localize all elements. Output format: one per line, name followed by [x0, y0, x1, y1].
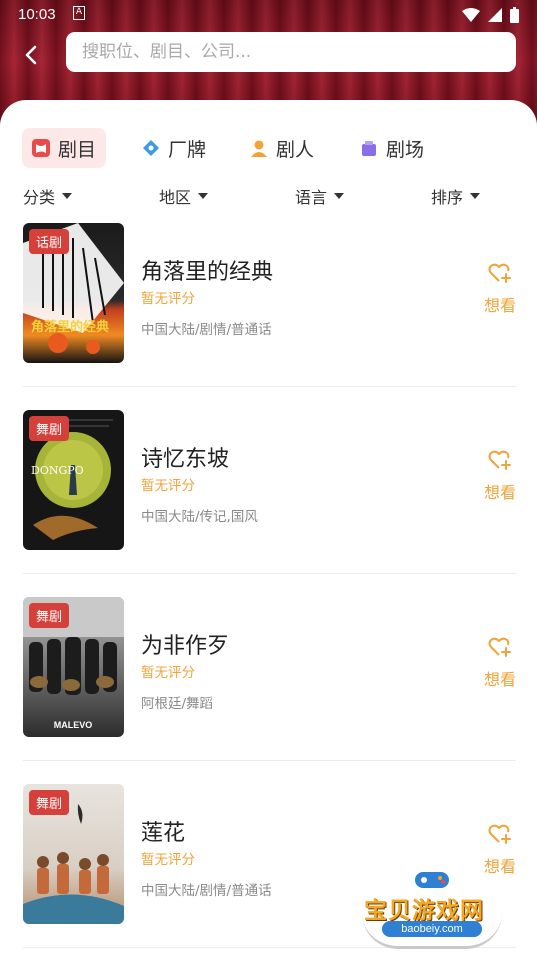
- tab-label: 剧目: [58, 138, 97, 161]
- poster-image: 角落里的经典 话剧: [23, 223, 124, 363]
- list-item[interactable]: MALEVO 舞剧 为非作歹 暂无评分 阿根廷/舞蹈 想看: [0, 596, 537, 783]
- search-box[interactable]: [66, 32, 516, 72]
- tab-label: 剧人: [276, 138, 315, 161]
- gamepad-icon: [413, 870, 451, 890]
- want-to-see-button[interactable]: 想看: [478, 636, 522, 690]
- site-watermark: 宝贝游戏网 baobeiy.com: [360, 865, 510, 951]
- signal-icon: [488, 8, 502, 22]
- tab-labels[interactable]: 厂牌: [132, 128, 216, 168]
- watermark-text: 宝贝游戏网: [364, 898, 484, 924]
- heart-plus-icon: [488, 637, 511, 657]
- list-item[interactable]: DONGPO 舞剧 诗忆东坡 暂无评分 中国大陆/传记,国风 想看: [0, 409, 537, 596]
- tab-plays[interactable]: 剧目: [22, 128, 107, 168]
- venue-icon: [360, 139, 378, 157]
- show-meta: 中国大陆/剧情/普通话: [141, 322, 272, 338]
- wifi-icon: [462, 8, 480, 22]
- want-label: 想看: [483, 483, 516, 502]
- filter-bar: 分类 地区 语言 排序: [0, 184, 537, 210]
- status-a-icon: A: [73, 6, 85, 20]
- show-title: 诗忆东坡: [141, 447, 230, 472]
- status-icons: [462, 7, 519, 23]
- filter-label: 排序: [431, 188, 464, 207]
- want-label: 想看: [483, 296, 516, 315]
- poster-title-text: DONGPO: [31, 464, 84, 477]
- tab-venues[interactable]: 剧场: [350, 128, 434, 168]
- filter-language[interactable]: 语言: [295, 184, 345, 208]
- status-time: 10:03: [18, 6, 56, 23]
- caret-down-icon: [334, 193, 345, 199]
- poster-title-text: MALEVO: [54, 720, 93, 730]
- show-meta: 阿根廷/舞蹈: [141, 696, 214, 712]
- category-tabs: 剧目 厂牌 剧人 剧场: [22, 128, 522, 168]
- poster-image: DONGPO 舞剧: [23, 410, 124, 550]
- show-title: 角落里的经典: [141, 260, 274, 285]
- show-meta: 中国大陆/剧情/普通话: [141, 883, 272, 899]
- status-bar: 10:03 A: [0, 0, 537, 30]
- filter-label: 分类: [23, 188, 56, 207]
- show-rating: 暂无评分: [141, 478, 195, 494]
- filter-category[interactable]: 分类: [23, 184, 73, 208]
- filter-region[interactable]: 地区: [159, 184, 209, 208]
- show-rating: 暂无评分: [141, 291, 195, 307]
- poster-image: MALEVO 舞剧: [23, 597, 124, 737]
- poster-image: 舞剧: [23, 784, 124, 924]
- list-item[interactable]: 角落里的经典 话剧 角落里的经典 暂无评分 中国大陆/剧情/普通话 想看: [0, 222, 537, 409]
- caret-down-icon: [198, 193, 209, 199]
- tag-icon: [142, 139, 160, 157]
- tab-label: 厂牌: [168, 138, 207, 161]
- genre-badge: 舞剧: [29, 416, 70, 441]
- filter-label: 语言: [295, 188, 328, 207]
- caret-down-icon: [62, 193, 73, 199]
- want-to-see-button[interactable]: 想看: [478, 449, 522, 503]
- theater-icon: [32, 139, 50, 157]
- filter-sort[interactable]: 排序: [431, 184, 481, 208]
- divider: [23, 760, 516, 761]
- person-icon: [250, 139, 268, 157]
- heart-plus-icon: [488, 263, 511, 283]
- back-button[interactable]: [18, 42, 44, 68]
- heart-plus-icon: [488, 824, 511, 844]
- show-meta: 中国大陆/传记,国风: [141, 509, 258, 525]
- caret-down-icon: [470, 193, 481, 199]
- divider: [23, 573, 516, 574]
- chevron-left-icon: [25, 45, 37, 65]
- genre-badge: 话剧: [29, 229, 70, 254]
- filter-label: 地区: [159, 188, 192, 207]
- search-input[interactable]: [82, 42, 516, 62]
- content-sheet: 剧目 厂牌 剧人 剧场 分类 地区 语言 排序 角落里的经典 话剧 角落里的经典…: [0, 100, 537, 956]
- want-label: 想看: [483, 670, 516, 689]
- watermark-url: baobeiy.com: [382, 921, 482, 937]
- heart-plus-icon: [488, 450, 511, 470]
- want-to-see-button[interactable]: 想看: [478, 262, 522, 316]
- divider: [23, 386, 516, 387]
- show-rating: 暂无评分: [141, 852, 195, 868]
- tab-people[interactable]: 剧人: [240, 128, 324, 168]
- poster-title-text: 角落里的经典: [31, 319, 109, 335]
- show-title: 莲花: [141, 821, 186, 846]
- tab-label: 剧场: [386, 138, 425, 161]
- genre-badge: 舞剧: [29, 603, 70, 628]
- genre-badge: 舞剧: [29, 790, 70, 815]
- show-rating: 暂无评分: [141, 665, 195, 681]
- show-title: 为非作歹: [141, 634, 230, 659]
- battery-icon: [510, 7, 519, 23]
